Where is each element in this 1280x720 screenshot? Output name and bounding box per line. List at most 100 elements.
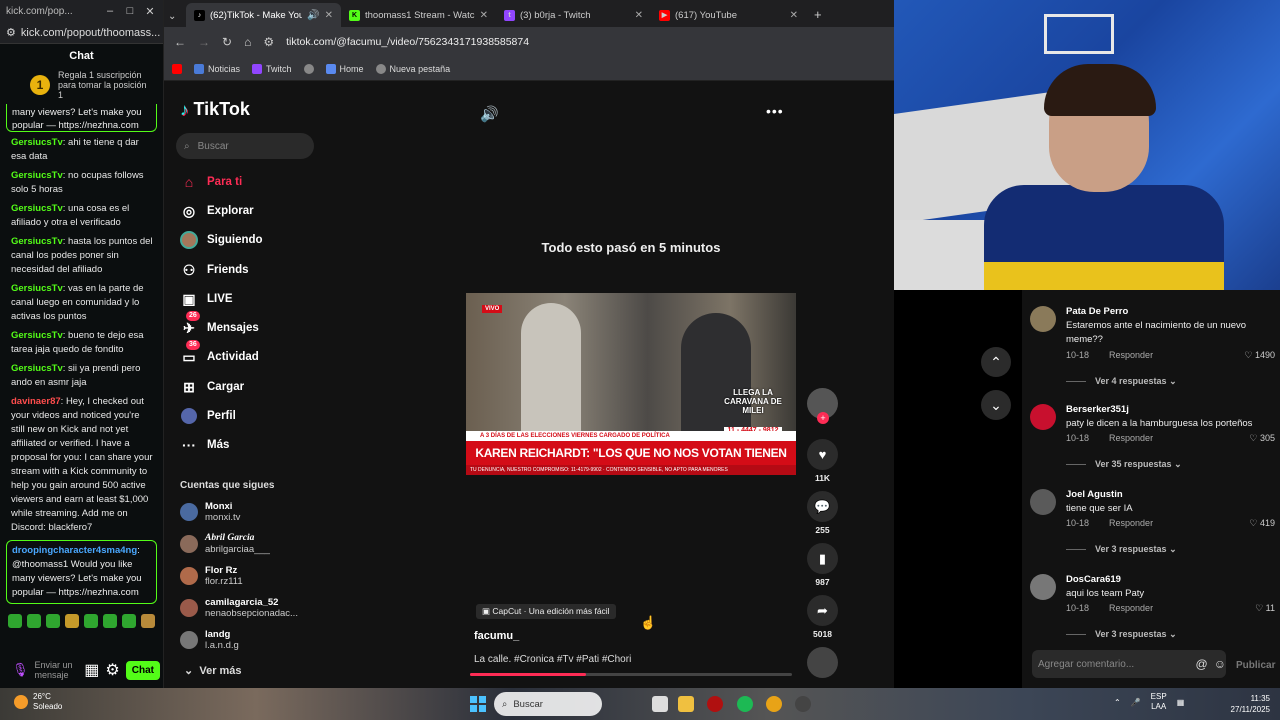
forward-icon[interactable]: → — [198, 35, 210, 49]
chat-username[interactable]: GersiucsTv — [11, 330, 63, 341]
emote-icon[interactable] — [8, 614, 22, 628]
view-replies-button[interactable]: Ver 35 respuestas ⌄ — [1066, 459, 1182, 470]
tab-youtube[interactable]: ▶ (617) YouTube ✕ — [651, 3, 806, 27]
emote-icon[interactable] — [141, 614, 155, 628]
following-account[interactable]: landg l.a.n.d.g — [180, 629, 239, 651]
taskbar-search[interactable]: ⌕ Buscar — [494, 692, 602, 716]
comment-button[interactable]: 💬 255 — [807, 491, 838, 535]
nav-explorar[interactable]: ◎ Explorar — [180, 202, 254, 220]
emote-icon[interactable] — [84, 614, 98, 628]
clock[interactable]: 11:35 27/11/2025 — [1222, 693, 1270, 715]
following-account[interactable]: Monxi monxi.tv — [180, 501, 240, 523]
tab-close-icon[interactable]: ✕ — [325, 10, 333, 21]
reply-button[interactable]: Responder — [1109, 433, 1153, 443]
globe-icon[interactable] — [303, 63, 314, 74]
microphone-icon[interactable]: 🎙 — [12, 662, 29, 678]
bookmark-home[interactable]: Home — [325, 63, 364, 74]
avatar[interactable] — [1030, 404, 1056, 430]
chat-username[interactable]: GersiucsTv — [11, 203, 63, 214]
address-bar[interactable]: tiktok.com/@facumu_/video/75623431719385… — [286, 36, 884, 48]
nav-mas[interactable]: ··· Más — [180, 436, 229, 454]
tab-kick[interactable]: K thoomass1 Stream - Watch Live ✕ — [341, 3, 496, 27]
see-more-button[interactable]: ⌄ Ver más — [184, 664, 242, 677]
chat-username[interactable]: davinaer87 — [11, 396, 61, 407]
spotify-icon[interactable] — [737, 696, 753, 712]
minimize-icon[interactable]: – — [103, 5, 117, 17]
comment-like-button[interactable]: ♡ 11 — [1255, 603, 1275, 614]
search-input[interactable]: ⌕ Buscar — [176, 133, 314, 159]
comment-user[interactable]: Berserker351j — [1066, 404, 1129, 415]
publish-button[interactable]: Publicar — [1236, 660, 1275, 671]
mention-icon[interactable]: @ — [1196, 657, 1208, 671]
comment-user[interactable]: Joel Agustin — [1066, 489, 1123, 500]
bookmark-new-tab[interactable]: Nueva pestaña — [375, 63, 450, 74]
chat-input[interactable]: Enviar un mensaje — [35, 660, 79, 680]
tab-close-icon[interactable]: ✕ — [790, 10, 798, 21]
view-replies-button[interactable]: Ver 3 respuestas ⌄ — [1066, 544, 1177, 555]
obs-icon[interactable] — [795, 696, 811, 712]
windows-start-icon[interactable] — [470, 696, 486, 712]
video-progress-bar[interactable] — [470, 673, 792, 676]
chat-username[interactable]: GersiucsTv — [11, 363, 63, 374]
emote-icon[interactable] — [27, 614, 41, 628]
youtube-bookmark-icon[interactable] — [172, 63, 182, 74]
chat-username[interactable]: GersiucsTv — [11, 137, 63, 148]
comment-like-button[interactable]: ♡ 419 — [1249, 518, 1275, 529]
emote-icon[interactable] — [122, 614, 136, 628]
emoji-icon[interactable]: ☺ — [1214, 657, 1226, 671]
speaker-icon[interactable]: 🔊 — [307, 10, 319, 21]
maximize-icon[interactable]: □ — [123, 5, 137, 17]
tiktok-logo[interactable]: ♪ TikTok — [180, 99, 250, 120]
reload-icon[interactable]: ↻ — [222, 35, 232, 49]
reply-button[interactable]: Responder — [1109, 603, 1153, 613]
tab-tiktok[interactable]: ♪ (62)TikTok - Make Your Day 🔊 ✕ — [186, 3, 341, 27]
like-button[interactable]: ♥ 11K — [807, 439, 838, 483]
network-icon[interactable]: ▦ — [1177, 698, 1185, 707]
site-info-icon[interactable]: ⚙ — [263, 35, 274, 49]
bookmark-noticias[interactable]: Noticias — [194, 63, 240, 74]
more-options-icon[interactable]: ••• — [766, 103, 784, 119]
new-tab-icon[interactable]: + — [806, 7, 830, 27]
emote-icon[interactable] — [65, 614, 79, 628]
home-icon[interactable]: ⌂ — [244, 35, 251, 49]
comment-input[interactable]: Agregar comentario... @ ☺ — [1032, 650, 1226, 678]
save-button[interactable]: ▮ 987 — [807, 543, 838, 587]
reply-button[interactable]: Responder — [1109, 518, 1153, 528]
avatar[interactable] — [1030, 306, 1056, 332]
comment-user[interactable]: Pata De Perro — [1066, 306, 1128, 317]
file-explorer-icon[interactable] — [678, 696, 694, 712]
nav-live[interactable]: ▣ LIVE — [180, 290, 232, 308]
back-icon[interactable]: ← — [174, 35, 186, 49]
comment-user[interactable]: DosCara619 — [1066, 574, 1121, 585]
previous-video-button[interactable]: ⌃ — [981, 347, 1011, 377]
tab-search-icon[interactable]: ⌄ — [168, 11, 186, 27]
language-indicator[interactable]: ESP LAA — [1151, 692, 1167, 712]
reply-button[interactable]: Responder — [1109, 350, 1153, 360]
tab-close-icon[interactable]: ✕ — [635, 10, 643, 21]
nav-siguiendo[interactable]: Siguiendo — [180, 231, 263, 249]
microphone-icon[interactable]: 🎤 — [1131, 698, 1141, 707]
comment-like-button[interactable]: ♡ 305 — [1249, 433, 1275, 444]
chevron-up-icon[interactable]: ⌃ — [1114, 698, 1121, 707]
settings-icon[interactable]: ⚙ — [105, 660, 119, 680]
bookmark-twitch[interactable]: Twitch — [252, 63, 292, 74]
follow-plus-icon[interactable]: + — [817, 412, 829, 424]
view-replies-button[interactable]: Ver 3 respuestas ⌄ — [1066, 629, 1177, 640]
next-video-button[interactable]: ⌄ — [981, 390, 1011, 420]
nav-actividad[interactable]: ▭ 36 Actividad — [180, 340, 259, 366]
author-avatar-button[interactable]: + — [807, 388, 838, 424]
tab-twitch[interactable]: t (3) b0rja - Twitch ✕ — [496, 3, 651, 27]
task-view-icon[interactable] — [652, 696, 668, 712]
volume-icon[interactable]: 🔊 — [480, 105, 499, 123]
following-account[interactable]: Flor Rz flor.rz111 — [180, 565, 243, 587]
app-icon[interactable] — [707, 696, 723, 712]
comment-like-button[interactable]: ♡ 1490 — [1244, 350, 1275, 361]
avatar[interactable] — [1030, 574, 1056, 600]
store-icon[interactable]: ▦ — [84, 660, 99, 680]
chat-send-button[interactable]: Chat — [125, 660, 160, 680]
capcut-tag[interactable]: ▣ CapCut · Una edición más fácil — [476, 604, 616, 619]
video-author[interactable]: facumu_ — [474, 630, 519, 642]
nav-mensajes[interactable]: ✈ 26 Mensajes — [180, 311, 259, 337]
emote-icon[interactable] — [103, 614, 117, 628]
weather-widget[interactable]: 26°C Soleado — [14, 692, 62, 712]
